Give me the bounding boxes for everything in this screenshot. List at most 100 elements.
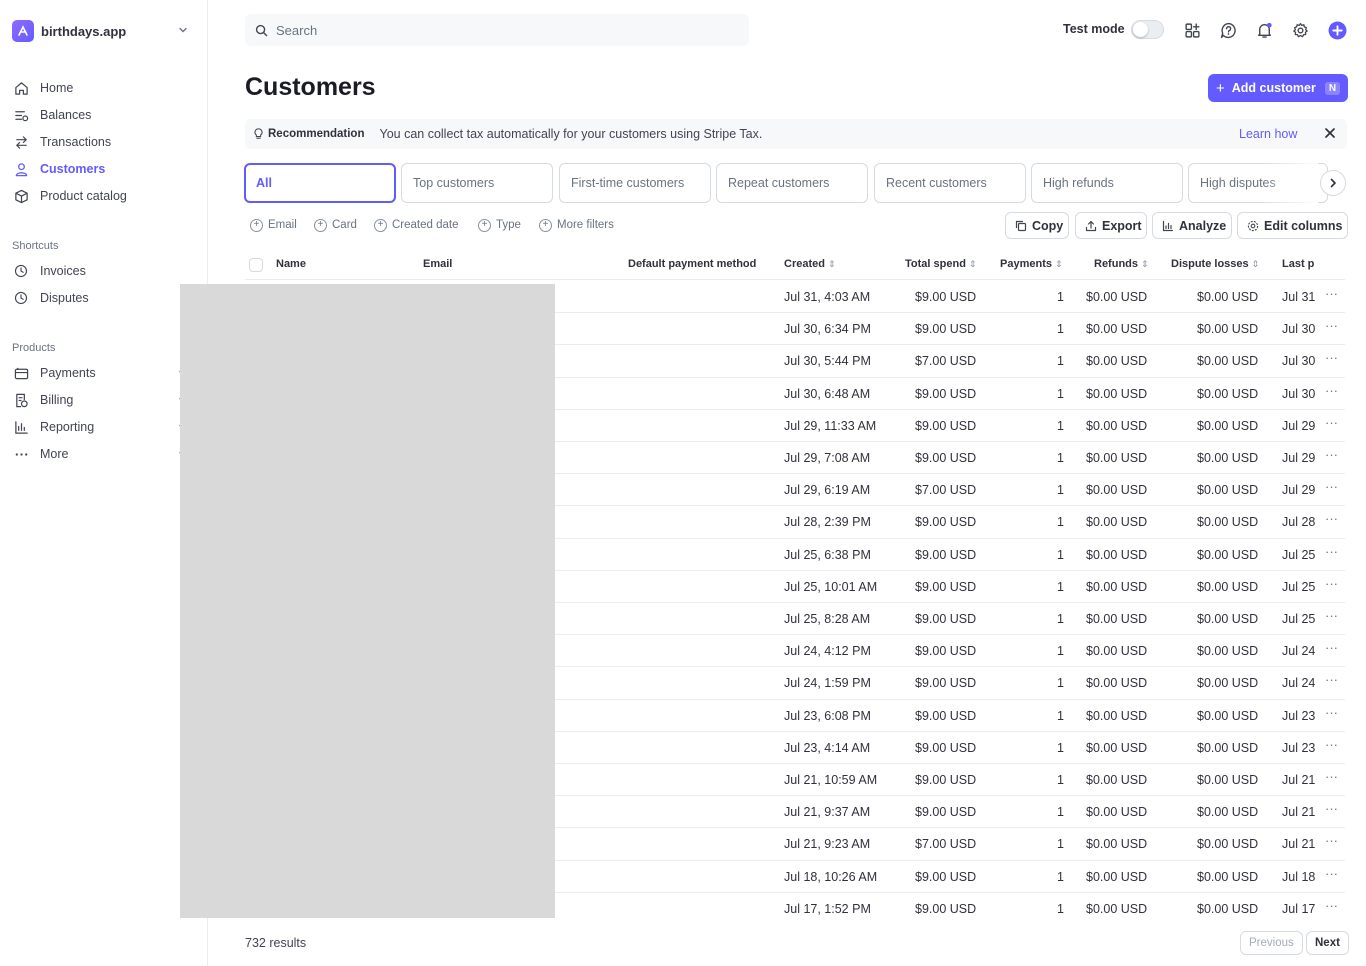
tabs-scroll-right-button[interactable] (1320, 170, 1346, 196)
account-switcher[interactable]: birthdays.app (12, 19, 192, 43)
column-default-payment-method[interactable]: Default payment method (628, 258, 756, 270)
help-icon[interactable] (1218, 20, 1238, 40)
column-created[interactable]: Created ⇕ (784, 258, 836, 270)
search-bar[interactable] (245, 14, 749, 46)
cell-created: Jul 30, 6:48 AM (784, 386, 871, 401)
filter-card[interactable]: + Card (314, 215, 357, 235)
select-all-checkbox[interactable] (249, 258, 263, 272)
cell-dispute-losses: $0.00 USD (1197, 837, 1259, 852)
sidebar-item-transactions[interactable]: Transactions (12, 130, 192, 154)
notifications-bell-icon[interactable] (1254, 20, 1274, 40)
more-actions-icon[interactable]: ··· (1325, 866, 1338, 881)
sidebar-item-billing[interactable]: Billing (12, 388, 192, 412)
payments-icon (12, 364, 30, 382)
tab-high-refunds[interactable]: High refunds (1031, 163, 1183, 203)
add-customer-button[interactable]: + Add customer N (1208, 74, 1348, 102)
more-actions-icon[interactable]: ··· (1325, 286, 1338, 301)
sidebar-item-reporting[interactable]: Reporting (12, 415, 192, 439)
sidebar-item-label: More (40, 447, 69, 461)
edit-columns-button[interactable]: Edit columns (1237, 212, 1348, 239)
column-refunds[interactable]: Refunds ⇕ (1094, 258, 1149, 270)
column-total-spend[interactable]: Total spend ⇕ (905, 258, 976, 270)
more-actions-icon[interactable]: ··· (1325, 415, 1338, 430)
more-actions-icon[interactable]: ··· (1325, 608, 1338, 623)
cell-total-spend: $7.00 USD (915, 354, 977, 369)
cell-payments: 1 (1057, 451, 1064, 465)
learn-how-link[interactable]: Learn how (1239, 127, 1297, 141)
sidebar-item-invoices[interactable]: Invoices (12, 259, 192, 283)
chart-icon (1162, 220, 1179, 232)
cell-dispute-losses: $0.00 USD (1197, 451, 1259, 465)
tab-top-customers[interactable]: Top customers (401, 163, 553, 203)
cell-refunds: $0.00 USD (1086, 901, 1148, 916)
sidebar-item-label: Home (40, 81, 74, 95)
apps-icon[interactable] (1182, 20, 1202, 40)
filter-created-date[interactable]: + Created date (374, 215, 459, 235)
filter-email[interactable]: + Email (250, 215, 297, 235)
more-actions-icon[interactable]: ··· (1325, 511, 1338, 526)
customers-icon (12, 160, 30, 178)
more-actions-icon[interactable]: ··· (1325, 318, 1338, 333)
sidebar-item-home[interactable]: Home (12, 76, 192, 100)
more-actions-icon[interactable]: ··· (1325, 801, 1338, 816)
cell-refunds: $0.00 USD (1086, 354, 1148, 369)
test-mode-toggle[interactable] (1131, 20, 1164, 39)
cell-refunds: $0.00 USD (1086, 322, 1148, 337)
sidebar-item-more[interactable]: More (12, 442, 192, 466)
create-plus-icon[interactable] (1327, 20, 1347, 40)
sort-icon: ⇕ (1141, 259, 1149, 269)
column-dispute-losses[interactable]: Dispute losses ⇕ (1171, 258, 1259, 270)
sidebar-item-balances[interactable]: Balances (12, 103, 192, 127)
sidebar-item-customers[interactable]: Customers (12, 157, 192, 181)
more-actions-icon[interactable]: ··· (1325, 383, 1338, 398)
analyze-button[interactable]: Analyze (1152, 212, 1232, 239)
filter-label: Created date (392, 219, 459, 231)
redacted-email-area (180, 284, 555, 918)
more-actions-icon[interactable]: ··· (1325, 640, 1338, 655)
sidebar-item-payments[interactable]: Payments (12, 361, 192, 385)
more-actions-icon[interactable]: ··· (1325, 672, 1338, 687)
column-email[interactable]: Email (423, 258, 452, 270)
gear-icon[interactable] (1290, 20, 1310, 40)
previous-page-button[interactable]: Previous (1240, 931, 1303, 955)
more-actions-icon[interactable]: ··· (1325, 544, 1338, 559)
tab-first-time-customers[interactable]: First-time customers (559, 163, 711, 203)
filter-more-filters[interactable]: + More filters (539, 215, 614, 235)
cell-refunds: $0.00 USD (1086, 579, 1148, 594)
close-icon[interactable] (1323, 126, 1337, 140)
cell-refunds: $0.00 USD (1086, 483, 1148, 498)
more-actions-icon[interactable]: ··· (1325, 769, 1338, 784)
column-last-payment[interactable]: Last p (1282, 258, 1316, 270)
cell-payments: 1 (1057, 612, 1064, 626)
add-filter-icon: + (539, 218, 552, 232)
tab-repeat-customers[interactable]: Repeat customers (716, 163, 868, 203)
cell-total-spend: $9.00 USD (915, 290, 977, 304)
sidebar-item-label: Product catalog (40, 189, 127, 203)
next-page-button[interactable]: Next (1306, 931, 1349, 955)
cell-total-spend: $9.00 USD (915, 773, 977, 787)
more-actions-icon[interactable]: ··· (1325, 737, 1338, 752)
more-actions-icon[interactable]: ··· (1325, 833, 1338, 848)
more-actions-icon[interactable]: ··· (1325, 576, 1338, 591)
sidebar-item-disputes[interactable]: Disputes (12, 286, 192, 310)
sidebar-item-product-catalog[interactable]: Product catalog (12, 184, 192, 208)
export-button[interactable]: Export (1075, 212, 1147, 239)
tab-recent-customers[interactable]: Recent customers (874, 163, 1026, 203)
more-actions-icon[interactable]: ··· (1325, 447, 1338, 462)
tab-all[interactable]: All (244, 163, 396, 203)
filter-type[interactable]: + Type (478, 215, 521, 235)
cell-dispute-losses: $0.00 USD (1197, 869, 1259, 884)
column-payments[interactable]: Payments ⇕ (1000, 258, 1063, 270)
copy-button[interactable]: Copy (1005, 212, 1069, 239)
search-input[interactable] (276, 22, 716, 38)
more-actions-icon[interactable]: ··· (1325, 350, 1338, 365)
cell-last-payment: Jul 31 (1282, 290, 1316, 304)
cell-created: Jul 29, 7:08 AM (784, 451, 871, 465)
cell-dispute-losses: $0.00 USD (1197, 644, 1259, 659)
more-actions-icon[interactable]: ··· (1325, 705, 1338, 720)
column-name[interactable]: Name (276, 258, 306, 270)
cell-dispute-losses: $0.00 USD (1197, 290, 1259, 304)
plus-icon: + (1216, 79, 1225, 97)
more-actions-icon[interactable]: ··· (1325, 479, 1338, 494)
more-actions-icon[interactable]: ··· (1325, 898, 1338, 913)
